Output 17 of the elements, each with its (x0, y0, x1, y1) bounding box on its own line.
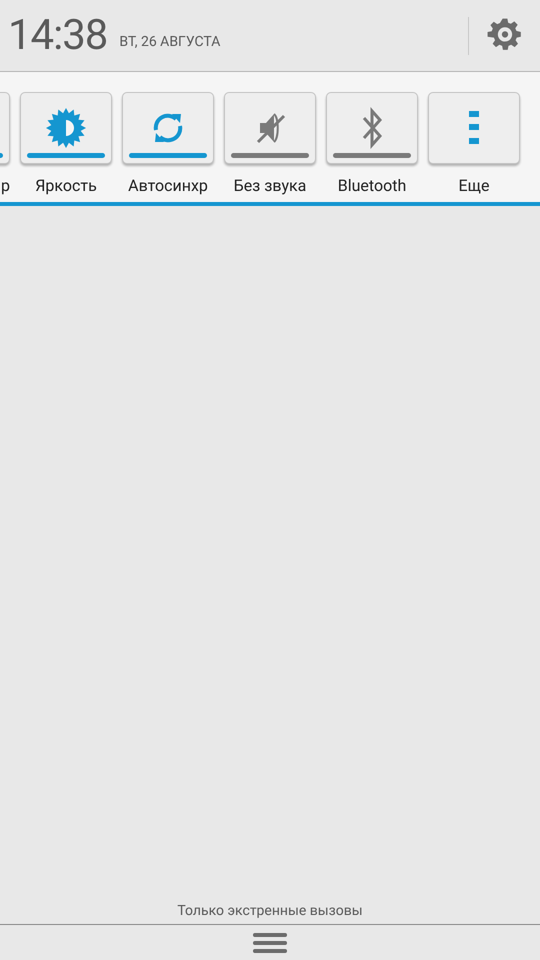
quick-toggle-button[interactable] (20, 92, 112, 164)
toggle-label: Автосинхр (128, 175, 208, 197)
toggle-label: Еще (458, 175, 490, 197)
sun-icon (46, 108, 86, 148)
date-label: ВТ, 26 АВГУСТА (119, 33, 220, 52)
quick-toggle-button[interactable] (122, 92, 214, 164)
quick-toggle-button[interactable] (224, 92, 316, 164)
drag-handle-icon[interactable] (253, 932, 287, 954)
quick-toggle-button[interactable] (428, 92, 520, 164)
clock-time: 14:38 (8, 14, 108, 56)
toggle-label: Без звука (234, 175, 306, 197)
quick-toggle-button[interactable] (326, 92, 418, 164)
toggle-label: Яркость (35, 175, 97, 197)
more-icon (469, 111, 479, 145)
toggle-label: Bluetooth (338, 175, 406, 197)
emergency-calls-text: Только экстренные вызовы (176, 902, 364, 921)
toggle-label: р (1, 175, 10, 197)
